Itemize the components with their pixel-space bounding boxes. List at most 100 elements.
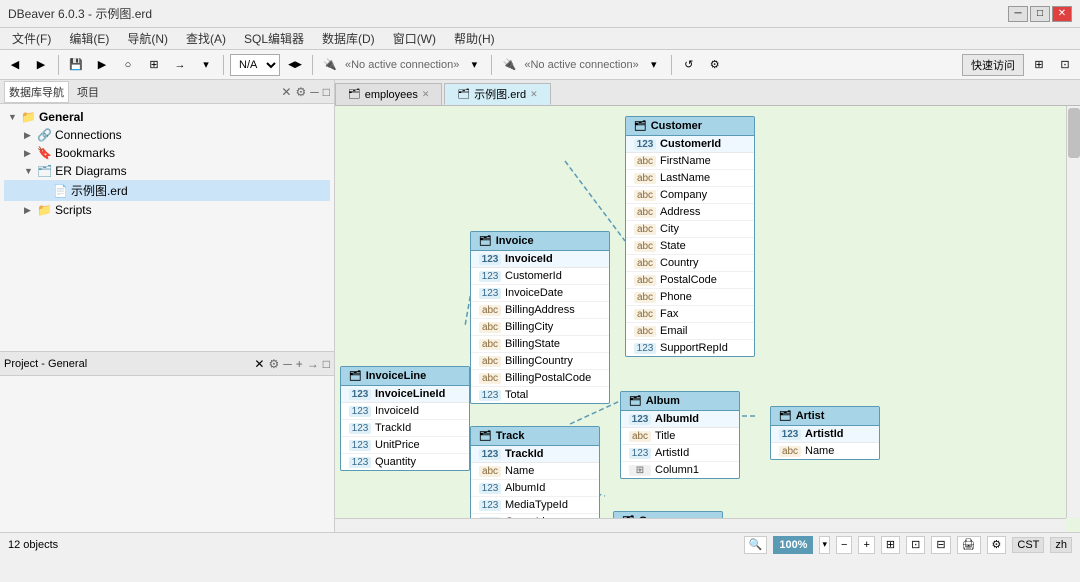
entity-invoice[interactable]: 🗂 Invoice 123 InvoiceId 123 CustomerId 1… — [470, 231, 610, 404]
tree-node-general[interactable]: ▼ 📁 General — [4, 108, 330, 126]
menu-navigate[interactable]: 导航(N) — [119, 28, 176, 49]
close-button[interactable]: ✕ — [1052, 6, 1072, 22]
menu-database[interactable]: 数据库(D) — [314, 28, 383, 49]
artist-field-id[interactable]: 123 ArtistId — [771, 426, 879, 443]
toolbar-conn2-btn[interactable]: 🔌 — [498, 54, 520, 76]
menu-edit[interactable]: 编辑(E) — [61, 28, 117, 49]
customer-field-state[interactable]: abc State — [626, 238, 754, 255]
customer-field-postalcode[interactable]: abc PostalCode — [626, 272, 754, 289]
entity-artist[interactable]: 🗂 Artist 123 ArtistId abc Name — [770, 406, 880, 460]
invoiceline-field-invoiceid[interactable]: 123 InvoiceId — [341, 403, 469, 420]
entity-album[interactable]: 🗂 Album 123 AlbumId abc Title 123 Artist… — [620, 391, 740, 479]
panel-tools-3[interactable]: □ — [323, 85, 330, 99]
status-icon2[interactable]: ⊡ — [906, 536, 925, 554]
toolbar-deploy-btn[interactable]: ▶ — [91, 54, 113, 76]
panel-tools-1[interactable]: ⚙ — [295, 85, 306, 99]
entity-invoiceline[interactable]: 🗂 InvoiceLine 123 InvoiceLineId 123 Invo… — [340, 366, 470, 471]
customer-field-supportrepid[interactable]: 123 SupportRepId — [626, 340, 754, 356]
toolbar-more-btn[interactable]: ▾ — [195, 54, 217, 76]
invoiceline-field-unitprice[interactable]: 123 UnitPrice — [341, 437, 469, 454]
project-gear-icon[interactable]: ⚙ — [268, 357, 279, 371]
project-close-icon[interactable]: ✕ — [254, 357, 264, 371]
menu-search[interactable]: 查找(A) — [178, 28, 234, 49]
customer-field-address[interactable]: abc Address — [626, 204, 754, 221]
invoice-field-billingpostalcode[interactable]: abc BillingPostalCode — [471, 370, 609, 387]
customer-field-country[interactable]: abc Country — [626, 255, 754, 272]
artist-field-name[interactable]: abc Name — [771, 443, 879, 459]
conn1-dropdown[interactable]: ▾ — [463, 54, 485, 76]
tab-employees-close[interactable]: ✕ — [422, 89, 430, 100]
menu-file[interactable]: 文件(F) — [4, 28, 59, 49]
status-icon5[interactable]: ⚙ — [987, 536, 1007, 554]
window-controls[interactable]: ─ □ ✕ — [1008, 6, 1072, 22]
toolbar-combo-arrow[interactable]: ◀▶ — [284, 54, 306, 76]
customer-field-phone[interactable]: abc Phone — [626, 289, 754, 306]
status-icon1[interactable]: ⊞ — [881, 536, 900, 554]
customer-field-city[interactable]: abc City — [626, 221, 754, 238]
conn2-dropdown[interactable]: ▾ — [643, 54, 665, 76]
track-field-mediatypeid[interactable]: 123 MediaTypeId — [471, 497, 599, 514]
tree-node-scripts[interactable]: ▶ 📁 Scripts — [4, 201, 330, 219]
album-field-column1[interactable]: ⊞ Column1 — [621, 462, 739, 478]
album-field-artistid[interactable]: 123 ArtistId — [621, 445, 739, 462]
tree-node-connections[interactable]: ▶ 🔗 Connections — [4, 126, 330, 144]
project-tool-1[interactable]: ─ — [283, 357, 292, 371]
toolbar-na-combo[interactable]: N/A — [230, 54, 280, 76]
quick-access-btn[interactable]: 快速访问 — [962, 54, 1024, 76]
tree-node-erd-file[interactable]: 📄 示例图.erd — [4, 180, 330, 201]
tab-employees[interactable]: 🗂 employees ✕ — [335, 83, 442, 105]
tab-erd-close[interactable]: ✕ — [530, 89, 538, 100]
status-icon3[interactable]: ⊟ — [931, 536, 950, 554]
toolbar-grid-btn[interactable]: ⊞ — [143, 54, 165, 76]
toolbar-icon2-btn[interactable]: ⊡ — [1054, 54, 1076, 76]
track-field-name[interactable]: abc Name — [471, 463, 599, 480]
menu-window[interactable]: 窗口(W) — [385, 28, 444, 49]
scrollbar-thumb-v[interactable] — [1068, 108, 1080, 158]
invoice-field-total[interactable]: 123 Total — [471, 387, 609, 403]
zoom-out-btn[interactable]: − — [836, 536, 852, 554]
minimize-button[interactable]: ─ — [1008, 6, 1028, 22]
status-icon4[interactable]: 🖨 — [957, 536, 981, 554]
invoice-field-billingaddress[interactable]: abc BillingAddress — [471, 302, 609, 319]
panel-tools-2[interactable]: ─ — [310, 85, 319, 99]
customer-field-company[interactable]: abc Company — [626, 187, 754, 204]
panel-close-icon[interactable]: ✕ — [281, 85, 291, 99]
project-tool-2[interactable]: + — [296, 357, 303, 371]
tree-node-erdiagrams[interactable]: ▼ 🗂 ER Diagrams — [4, 162, 330, 180]
search-icon-btn[interactable]: 🔍 — [744, 536, 768, 554]
entity-customer[interactable]: 🗂 Customer 123 CustomerId abc FirstName … — [625, 116, 755, 357]
zoom-dropdown-btn[interactable]: ▾ — [819, 536, 830, 554]
toolbar-save-btn[interactable]: 💾 — [65, 54, 87, 76]
customer-field-id[interactable]: 123 CustomerId — [626, 136, 754, 153]
tab-project[interactable]: 项目 — [73, 82, 103, 102]
invoice-field-date[interactable]: 123 InvoiceDate — [471, 285, 609, 302]
toolbar-refresh-btn[interactable]: ↺ — [678, 54, 700, 76]
album-field-title[interactable]: abc Title — [621, 428, 739, 445]
maximize-button[interactable]: □ — [1030, 6, 1050, 22]
project-tool-4[interactable]: □ — [323, 357, 330, 371]
toolbar-settings-btn[interactable]: ⚙ — [704, 54, 726, 76]
toolbar-arrow-btn[interactable]: → — [169, 54, 191, 76]
invoiceline-field-id[interactable]: 123 InvoiceLineId — [341, 386, 469, 403]
project-tool-3[interactable]: → — [307, 357, 319, 371]
menu-sql-editor[interactable]: SQL编辑器 — [236, 28, 312, 49]
toolbar-back-btn[interactable]: ◀ — [4, 54, 26, 76]
track-field-albumid[interactable]: 123 AlbumId — [471, 480, 599, 497]
invoice-field-billingstate[interactable]: abc BillingState — [471, 336, 609, 353]
invoice-field-customerid[interactable]: 123 CustomerId — [471, 268, 609, 285]
invoice-field-id[interactable]: 123 InvoiceId — [471, 251, 609, 268]
customer-field-fax[interactable]: abc Fax — [626, 306, 754, 323]
customer-field-firstname[interactable]: abc FirstName — [626, 153, 754, 170]
toolbar-icon1-btn[interactable]: ⊞ — [1028, 54, 1050, 76]
menu-help[interactable]: 帮助(H) — [446, 28, 503, 49]
toolbar-circle-btn[interactable]: ○ — [117, 54, 139, 76]
album-field-id[interactable]: 123 AlbumId — [621, 411, 739, 428]
tab-db-navigator[interactable]: 数据库导航 — [4, 81, 69, 103]
canvas-scrollbar-h[interactable] — [335, 518, 1066, 532]
canvas-scrollbar-v[interactable] — [1066, 106, 1080, 518]
invoice-field-billingcountry[interactable]: abc BillingCountry — [471, 353, 609, 370]
entity-track[interactable]: 🗂 Track 123 TrackId abc Name 123 AlbumId… — [470, 426, 600, 532]
invoiceline-field-quantity[interactable]: 123 Quantity — [341, 454, 469, 470]
invoice-field-billingcity[interactable]: abc BillingCity — [471, 319, 609, 336]
customer-field-email[interactable]: abc Email — [626, 323, 754, 340]
